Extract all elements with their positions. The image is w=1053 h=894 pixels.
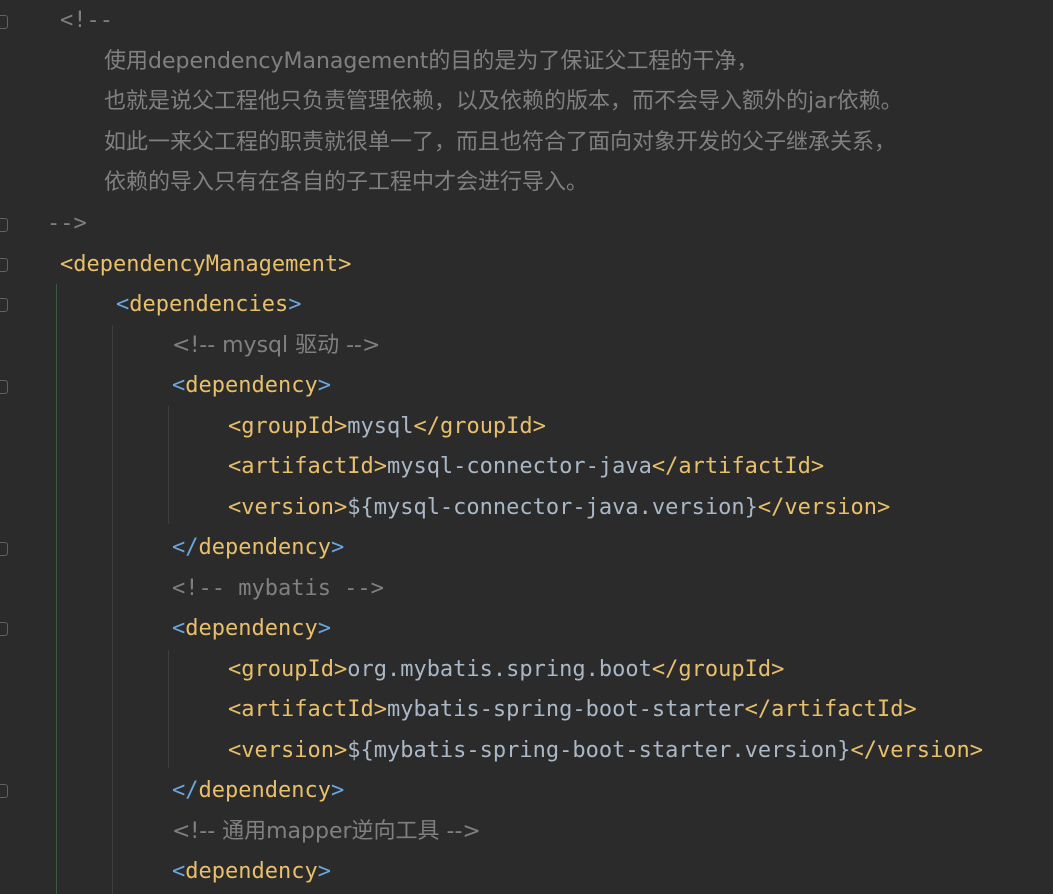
tag-dependency-management: <dependencyManagement>	[60, 252, 352, 277]
group-id-line: <groupId>mysql</groupId>	[228, 414, 546, 439]
block-comment: <!-- 通用mapper逆向工具 -->	[172, 819, 481, 844]
fold-marker-icon[interactable]	[0, 622, 8, 636]
version-value: ${mybatis-spring-boot-starter.version}	[347, 738, 851, 763]
comment-line: 依赖的导入只有在各自的子工程中才会进行导入。	[104, 170, 589, 195]
indent-guide	[56, 284, 57, 894]
version-line: <version>${mysql-connector-java.version}…	[228, 495, 891, 520]
group-id-value: mysql	[347, 414, 414, 439]
comment-line: 如此一来父工程的职责就很单一了，而且也符合了面向对象开发的父子继承关系，	[104, 130, 897, 155]
group-id-line: <groupId>org.mybatis.spring.boot</groupI…	[228, 657, 785, 682]
group-id-value: org.mybatis.spring.boot	[347, 657, 652, 682]
artifact-id-line: <artifactId>mybatis-spring-boot-starter<…	[228, 697, 917, 722]
version-line: <version>${mybatis-spring-boot-starter.v…	[228, 738, 984, 763]
tag-dependency-open: <dependency>	[172, 859, 331, 884]
fold-marker-icon[interactable]	[0, 15, 8, 29]
tag-name: dependencies	[129, 292, 289, 317]
tag-dependency-open: <dependency>	[172, 616, 331, 641]
tag-dependency-close: </dependency>	[172, 535, 345, 560]
comment-line: 也就是说父工程他只负责管理依赖，以及依赖的版本，而不会导入额外的jar依赖。	[104, 89, 903, 114]
block-comment: <!-- mysql 驱动 -->	[172, 333, 381, 358]
indent-guide	[168, 406, 169, 524]
block-comment: <!-- mybatis -->	[172, 576, 384, 601]
tag-dependency-open: <dependency>	[172, 373, 331, 398]
tag-dependency-close: </dependency>	[172, 778, 345, 803]
tag-dependencies: <dependencies>	[116, 292, 302, 317]
indent-guide	[168, 650, 169, 768]
fold-marker-icon[interactable]	[0, 380, 8, 394]
artifact-id-line: <artifactId>mysql-connector-java</artifa…	[228, 454, 825, 479]
fold-marker-icon[interactable]	[0, 784, 8, 798]
tag-name: dependency	[185, 373, 318, 398]
fold-marker-icon[interactable]	[0, 542, 8, 556]
version-value: ${mysql-connector-java.version}	[347, 495, 758, 520]
fold-marker-icon[interactable]	[0, 298, 8, 312]
fold-marker-icon[interactable]	[0, 258, 8, 272]
indent-guide	[112, 325, 113, 894]
artifact-id-value: mybatis-spring-boot-starter	[386, 697, 745, 722]
code-editor[interactable]: <!-- 使用dependencyManagement的目的是为了保证父工程的干…	[0, 0, 1053, 894]
comment-line: 使用dependencyManagement的目的是为了保证父工程的干净，	[104, 49, 759, 74]
comment-close: -->	[47, 211, 87, 236]
artifact-id-value: mysql-connector-java	[386, 454, 652, 479]
fold-marker-icon[interactable]	[0, 218, 8, 232]
tag-name: dependencyManagement	[73, 252, 339, 277]
comment-open: <!--	[60, 8, 113, 33]
